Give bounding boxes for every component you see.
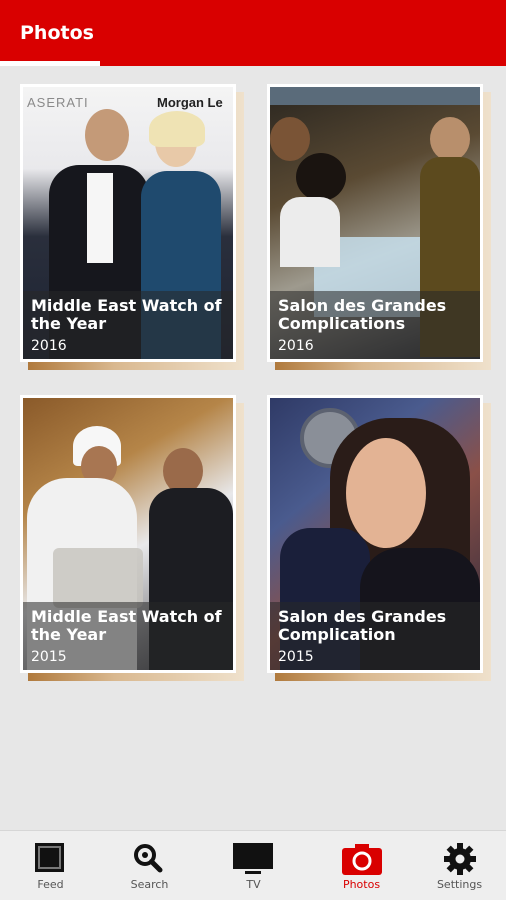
photo-album-card[interactable]: Middle East Watch of the Year 2015 bbox=[20, 395, 244, 681]
feed-icon bbox=[35, 843, 64, 872]
photo-album-card[interactable]: Salon des Grandes Complication 2015 bbox=[267, 395, 491, 681]
album-year: 2015 bbox=[31, 649, 67, 665]
photo-album-card[interactable]: Salon des Grandes Complications 2016 bbox=[267, 84, 491, 370]
nav-photos[interactable]: Photos bbox=[311, 831, 412, 900]
nav-feed[interactable]: Feed bbox=[0, 831, 101, 900]
album-title: Middle East Watch of the Year bbox=[31, 607, 222, 644]
album-year: 2016 bbox=[31, 338, 67, 354]
camera-icon bbox=[342, 843, 382, 875]
nav-search[interactable]: Search bbox=[99, 831, 200, 900]
nav-label: Feed bbox=[37, 878, 64, 891]
tv-icon bbox=[233, 843, 273, 875]
photo-album-card[interactable]: ASERATI Morgan Le Middle East Watch of t… bbox=[20, 84, 244, 370]
app-header: Photos bbox=[0, 0, 506, 66]
nav-label: Photos bbox=[342, 878, 381, 891]
active-tab-indicator bbox=[0, 61, 100, 66]
album-title: Salon des Grandes Complications bbox=[278, 296, 447, 333]
nav-settings[interactable]: Settings bbox=[409, 831, 506, 900]
album-year: 2016 bbox=[278, 338, 314, 354]
nav-label: Settings bbox=[436, 878, 483, 891]
page-title: Photos bbox=[20, 22, 94, 44]
nav-tv[interactable]: TV bbox=[203, 831, 304, 900]
bottom-navigation: Feed Search TV Photos Settings bbox=[0, 830, 506, 900]
album-title: Salon des Grandes Complication bbox=[278, 607, 447, 644]
gear-icon bbox=[444, 843, 476, 875]
nav-label: TV bbox=[246, 878, 261, 891]
nav-label: Search bbox=[130, 878, 169, 891]
search-icon bbox=[133, 843, 163, 873]
album-year: 2015 bbox=[278, 649, 314, 665]
album-title: Middle East Watch of the Year bbox=[31, 296, 222, 333]
